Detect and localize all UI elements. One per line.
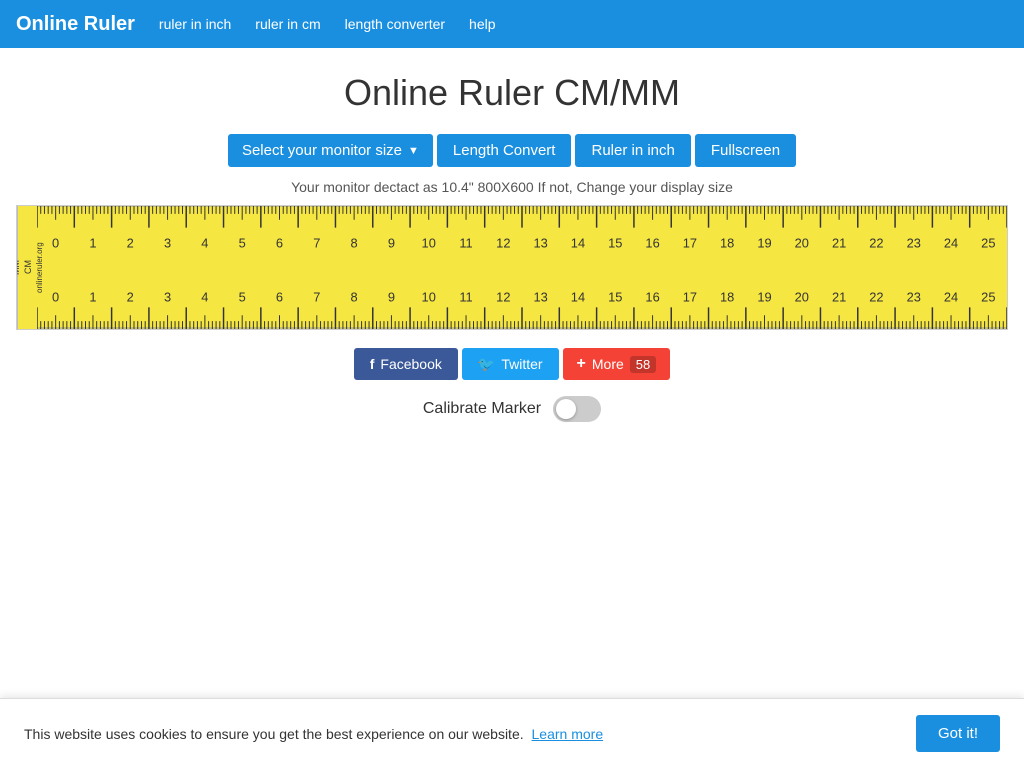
svg-text:10: 10 — [422, 235, 436, 250]
more-label: More — [592, 356, 624, 372]
fullscreen-button[interactable]: Fullscreen — [695, 134, 796, 167]
svg-text:7: 7 — [313, 235, 320, 250]
svg-text:6: 6 — [276, 235, 283, 250]
svg-text:24: 24 — [944, 235, 958, 250]
twitter-button[interactable]: 🐦 Twitter — [462, 348, 559, 380]
cookie-learn-more[interactable]: Learn more — [532, 726, 604, 742]
svg-text:0: 0 — [52, 289, 59, 304]
svg-text:7: 7 — [313, 289, 320, 304]
svg-text:15: 15 — [608, 289, 622, 304]
svg-text:16: 16 — [645, 289, 659, 304]
svg-text:20: 20 — [795, 235, 809, 250]
svg-text:3: 3 — [164, 289, 171, 304]
svg-text:2: 2 — [127, 235, 134, 250]
nav-ruler-inch[interactable]: ruler in inch — [159, 16, 231, 32]
svg-text:18: 18 — [720, 289, 734, 304]
svg-text:25: 25 — [981, 235, 995, 250]
svg-text:14: 14 — [571, 289, 585, 304]
svg-text:18: 18 — [720, 235, 734, 250]
svg-text:23: 23 — [907, 235, 921, 250]
svg-text:2: 2 — [127, 289, 134, 304]
svg-text:12: 12 — [496, 235, 510, 250]
nav-ruler-cm[interactable]: ruler in cm — [255, 16, 320, 32]
svg-text:20: 20 — [795, 289, 809, 304]
svg-text:14: 14 — [571, 235, 585, 250]
ruler-inch-button[interactable]: Ruler in inch — [575, 134, 690, 167]
svg-text:17: 17 — [683, 235, 697, 250]
monitor-info-text: Your monitor dectact as 10.4" 800X600 If… — [16, 179, 1008, 195]
svg-text:5: 5 — [239, 289, 246, 304]
navbar: Online Ruler ruler in inch ruler in cm l… — [0, 0, 1024, 48]
svg-text:11: 11 — [459, 235, 472, 250]
nav-help[interactable]: help — [469, 16, 495, 32]
svg-text:22: 22 — [869, 289, 883, 304]
svg-text:8: 8 — [351, 289, 358, 304]
svg-text:23: 23 — [907, 289, 921, 304]
monitor-size-label: Select your monitor size — [242, 142, 402, 159]
svg-text:24: 24 — [944, 289, 958, 304]
length-convert-button[interactable]: Length Convert — [437, 134, 572, 167]
monitor-size-button[interactable]: Select your monitor size ▼ — [228, 134, 433, 167]
svg-text:13: 13 — [534, 289, 548, 304]
facebook-button[interactable]: f Facebook — [354, 348, 458, 380]
ruler: MM CM onlineruler.org // We'll use inlin… — [16, 205, 1008, 330]
brand-link[interactable]: Online Ruler — [16, 13, 135, 36]
calibrate-toggle[interactable] — [553, 396, 601, 422]
svg-text:9: 9 — [388, 289, 395, 304]
page-title: Online Ruler CM/MM — [16, 72, 1008, 114]
svg-text:25: 25 — [981, 289, 995, 304]
twitter-icon: 🐦 — [478, 356, 495, 373]
cookie-banner: This website uses cookies to ensure you … — [0, 698, 1024, 768]
toggle-slider — [553, 396, 601, 422]
svg-text:22: 22 — [869, 235, 883, 250]
svg-text:3: 3 — [164, 235, 171, 250]
cookie-text: This website uses cookies to ensure you … — [24, 726, 900, 742]
svg-text:21: 21 — [832, 289, 846, 304]
svg-text:8: 8 — [351, 235, 358, 250]
svg-text:6: 6 — [276, 289, 283, 304]
svg-text:1: 1 — [89, 235, 96, 250]
twitter-label: Twitter — [501, 356, 542, 372]
svg-text:19: 19 — [757, 289, 771, 304]
more-count: 58 — [630, 356, 656, 373]
control-buttons: Select your monitor size ▼ Length Conver… — [16, 134, 1008, 167]
svg-text:21: 21 — [832, 235, 846, 250]
svg-text:9: 9 — [388, 235, 395, 250]
calibrate-row: Calibrate Marker — [16, 396, 1008, 422]
svg-text:11: 11 — [459, 289, 472, 304]
svg-text:13: 13 — [534, 235, 548, 250]
svg-text:1: 1 — [89, 289, 96, 304]
svg-text:5: 5 — [239, 235, 246, 250]
svg-text:10: 10 — [422, 289, 436, 304]
calibrate-label: Calibrate Marker — [423, 400, 541, 418]
dropdown-arrow-icon: ▼ — [408, 145, 419, 157]
ruler-ticks-area: // We'll use inline generation via templ… — [37, 206, 1007, 329]
ruler-side-label: MM CM onlineruler.org — [17, 206, 37, 329]
svg-text:16: 16 — [645, 235, 659, 250]
svg-text:4: 4 — [201, 289, 208, 304]
svg-text:15: 15 — [608, 235, 622, 250]
svg-text:12: 12 — [496, 289, 510, 304]
cookie-got-button[interactable]: Got it! — [916, 715, 1000, 752]
svg-text:17: 17 — [683, 289, 697, 304]
svg-text:4: 4 — [201, 235, 208, 250]
plus-icon: + — [577, 355, 586, 373]
svg-text:0: 0 — [52, 235, 59, 250]
main-content: Online Ruler CM/MM Select your monitor s… — [0, 48, 1024, 450]
social-buttons: f Facebook 🐦 Twitter + More 58 — [16, 348, 1008, 380]
svg-text:19: 19 — [757, 235, 771, 250]
nav-length-converter[interactable]: length converter — [345, 16, 445, 32]
ruler-svg: // We'll use inline generation via templ… — [37, 206, 1007, 329]
facebook-label: Facebook — [380, 356, 441, 372]
facebook-icon: f — [370, 356, 375, 372]
more-button[interactable]: + More 58 — [563, 348, 671, 380]
